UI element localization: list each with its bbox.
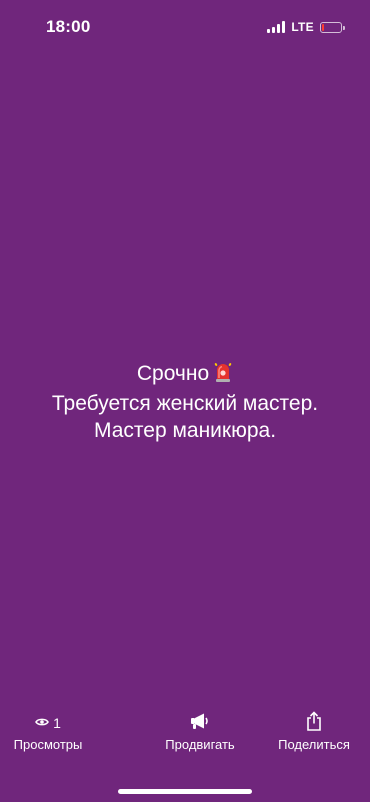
siren-icon [213, 361, 233, 390]
views-button[interactable]: 1 Просмотры [8, 712, 88, 752]
eye-icon [35, 714, 50, 732]
story-line-1: Срочно [0, 360, 370, 390]
cellular-signal-icon [267, 21, 286, 33]
story-screen: 18:00 LTE Срочно Требуется женский масте… [0, 0, 370, 802]
status-bar: 18:00 LTE [0, 0, 370, 54]
views-label: Просмотры [13, 737, 83, 752]
story-line-3: Мастер маникюра. [93, 419, 277, 442]
views-count: 1 [53, 715, 61, 731]
share-button[interactable]: Поделиться [270, 710, 358, 752]
promote-label: Продвигать [165, 737, 235, 752]
home-indicator[interactable] [118, 789, 252, 794]
megaphone-icon [190, 712, 210, 735]
story-text: Срочно Требуется женский мастер. Мастер … [0, 360, 370, 444]
battery-icon [320, 21, 345, 33]
battery-level [322, 23, 324, 31]
status-indicators: LTE [267, 20, 345, 34]
share-label: Поделиться [278, 737, 350, 752]
share-icon [306, 710, 322, 736]
story-line-2: Требуется женский мастер. [51, 392, 319, 415]
promote-button[interactable]: Продвигать [155, 712, 245, 752]
network-type: LTE [291, 20, 314, 34]
story-urgent-text: Срочно [136, 362, 210, 385]
status-time: 18:00 [46, 17, 91, 36]
bottom-action-bar: 1 Просмотры Продвигать Поделиться [0, 710, 370, 772]
